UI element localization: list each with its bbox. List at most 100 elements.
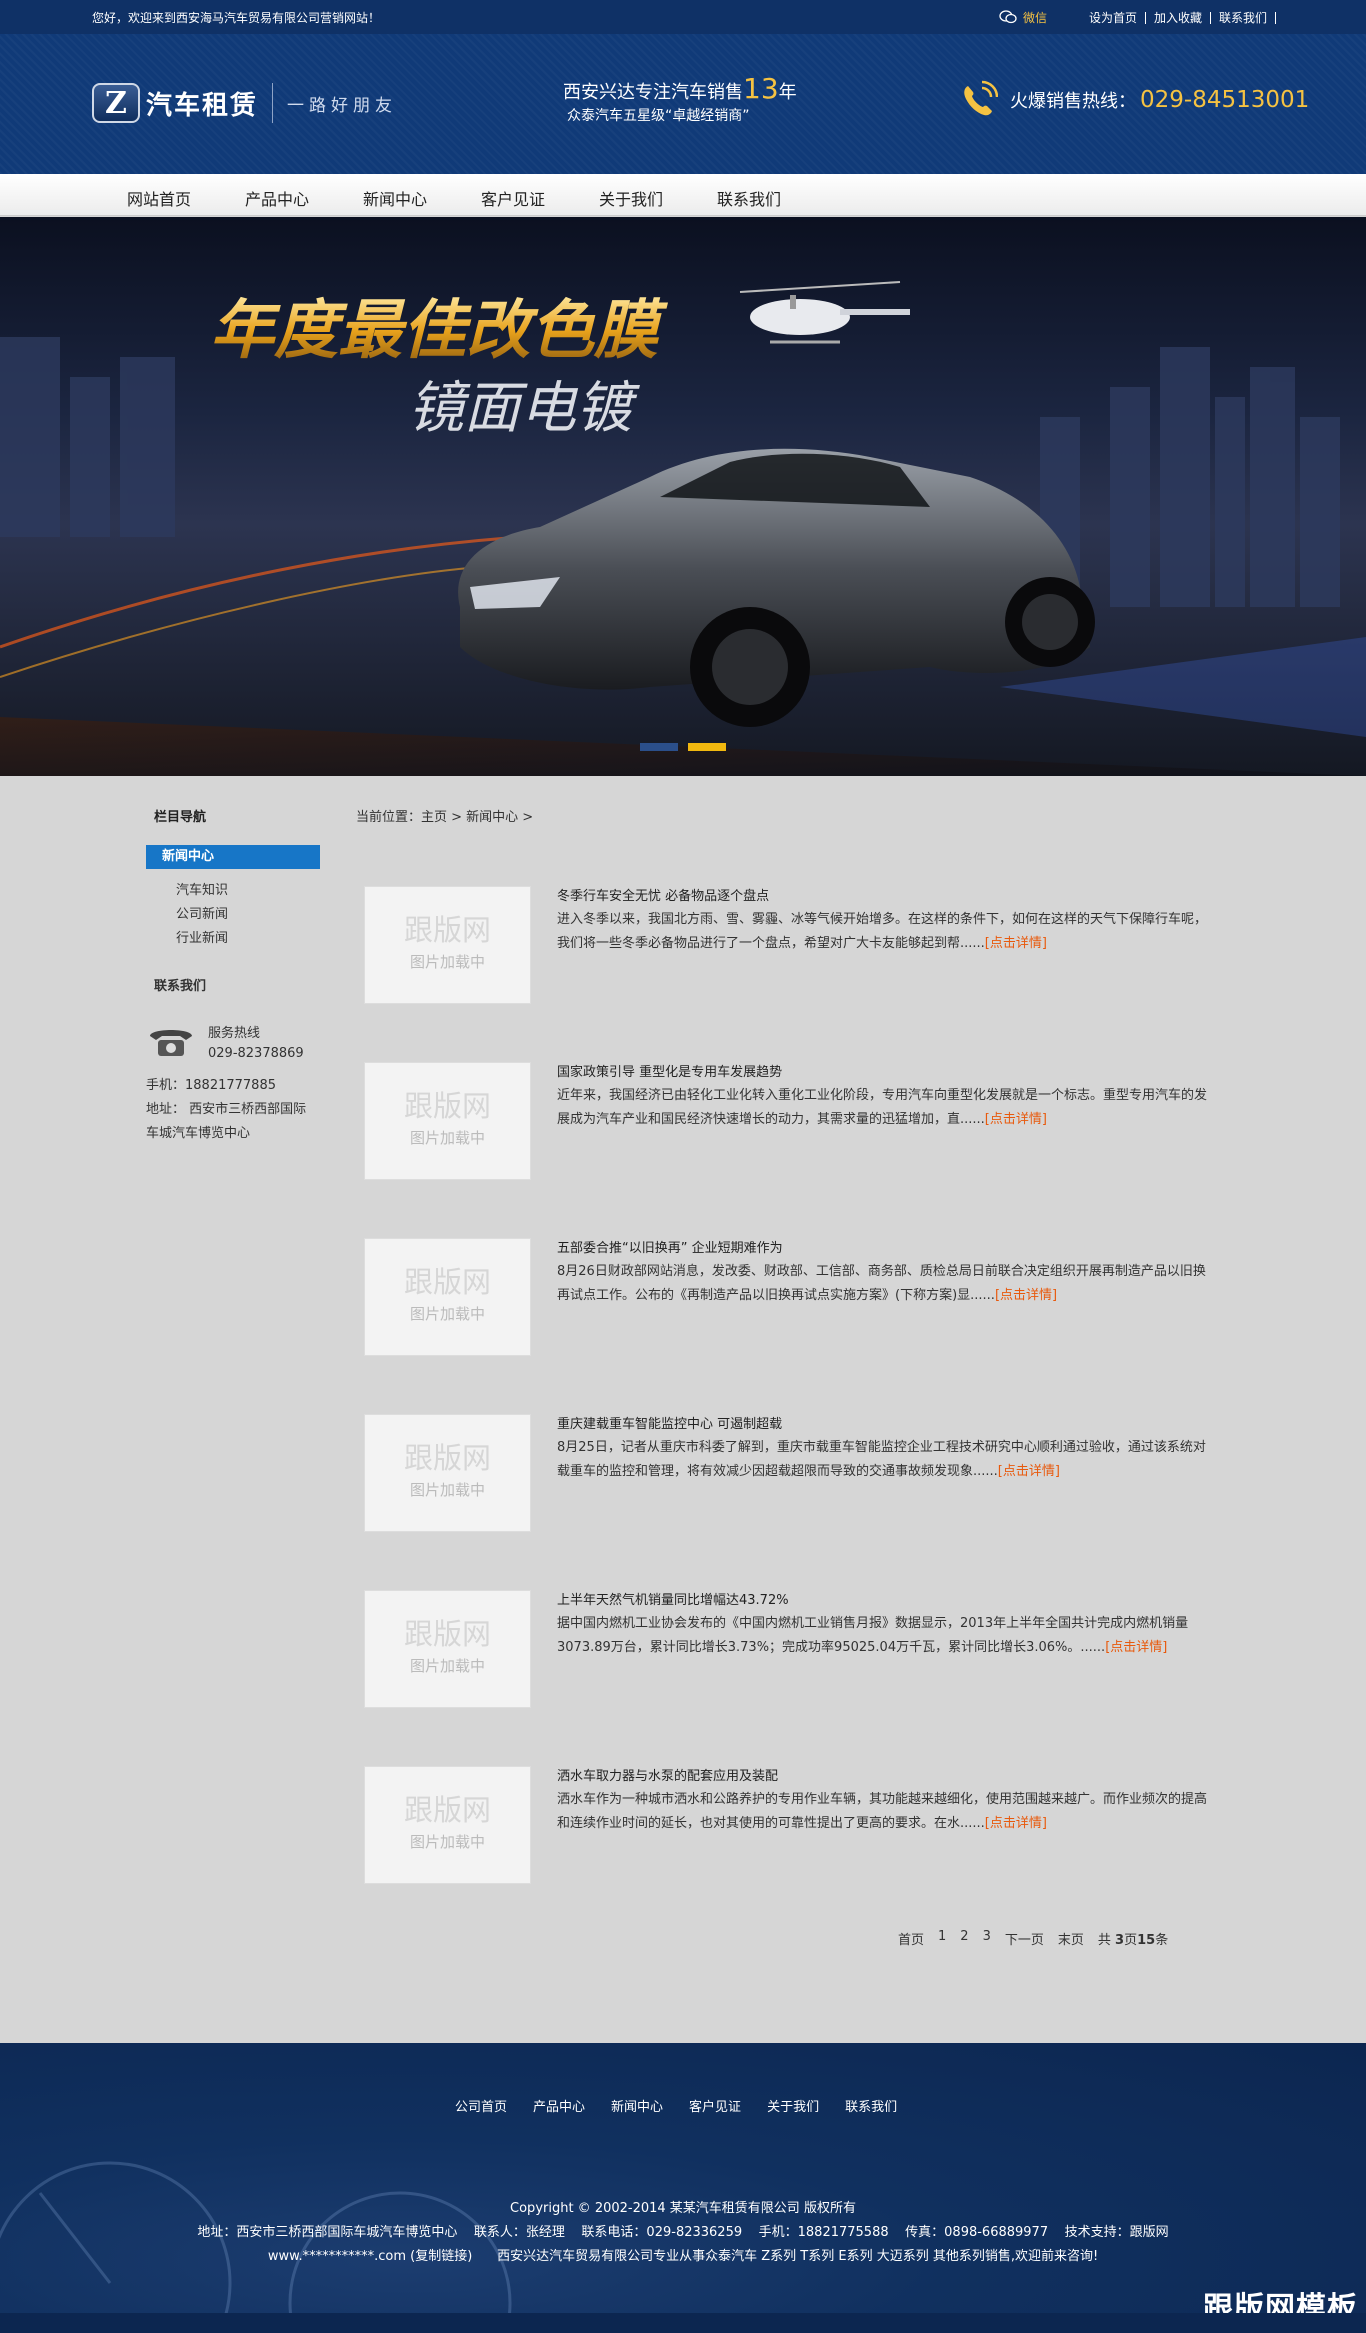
footer-nav-contact[interactable]: 联系我们 xyxy=(845,2096,897,2115)
logo-name: 汽车租赁 xyxy=(146,90,259,121)
set-homepage-link[interactable]: 设为首页 xyxy=(1081,11,1146,24)
pager-total-mid: 页 xyxy=(1124,1933,1138,1948)
top-bar: 您好，欢迎来到西安海马汽车贸易有限公司营销网站！ 微信 设为首页 加入收藏 联系… xyxy=(0,0,1366,34)
news-item: 跟版网 图片加载中 洒水车取力器与水泵的配套应用及装配 洒水车作为一种城市洒水和公路… xyxy=(364,1766,1224,1942)
pager-page-3[interactable]: 3 xyxy=(983,1929,991,1948)
footer-nav-about[interactable]: 关于我们 xyxy=(767,2096,819,2115)
news-title[interactable]: 国家政策引导 重型化是专用车发展趋势 xyxy=(557,1062,1217,1084)
main-nav: 网站首页 产品中心 新闻中心 客户见证 关于我们 联系我们 xyxy=(0,174,1366,216)
news-thumbnail[interactable]: 跟版网 图片加载中 xyxy=(364,886,531,1004)
nav-products[interactable]: 产品中心 xyxy=(218,186,336,210)
tagline-prefix: 西安兴达专注汽车销售 xyxy=(563,82,743,103)
breadcrumb: 当前位置：主页 > 新闻中心 > xyxy=(356,810,534,825)
news-item: 跟版网 图片加载中 重庆建载重车智能监控中心 可遏制超载 8月25日，记者从重庆市科… xyxy=(364,1414,1224,1590)
pager-last[interactable]: 末页 xyxy=(1058,1929,1084,1948)
news-title[interactable]: 冬季行车安全无忧 必备物品逐个盘点 xyxy=(557,886,1217,908)
news-more-link[interactable]: [点击详情] xyxy=(985,936,1047,951)
thumb-loading: 图片加载中 xyxy=(409,953,485,971)
news-desc: 8月25日，记者从重庆市科委了解到，重庆市载重车智能监控企业工程技术研究中心顺利… xyxy=(557,1440,1206,1479)
news-thumbnail[interactable]: 跟版网 图片加载中 xyxy=(364,1766,531,1884)
news-item: 跟版网 图片加载中 五部委合推“以旧换再” 企业短期难作为 8月26日财政部网站消息… xyxy=(364,1238,1224,1414)
news-item: 跟版网 图片加载中 上半年天然气机销量同比增幅达43.72% 据中国内燃机工业协会发… xyxy=(364,1590,1224,1766)
news-more-link[interactable]: [点击详情] xyxy=(995,1288,1057,1303)
sidebar-item-industry-news[interactable]: 行业新闻 xyxy=(176,927,320,951)
banner-subline: 镜面电镀 xyxy=(408,376,640,441)
news-thumbnail[interactable]: 跟版网 图片加载中 xyxy=(364,1590,531,1708)
nav-testimonials[interactable]: 客户见证 xyxy=(454,186,572,210)
hero-banner[interactable]: 年度最佳改色膜 镜面电镀 xyxy=(0,217,1366,776)
hotline-number: 029-84513001 xyxy=(1140,87,1310,113)
news-list: 跟版网 图片加载中 冬季行车安全无忧 必备物品逐个盘点 进入冬季以来，我国北方雨、雪… xyxy=(364,886,1224,1942)
news-title[interactable]: 洒水车取力器与水泵的配套应用及装配 xyxy=(557,1766,1217,1788)
news-desc: 8月26日财政部网站消息，发改委、财政部、工信部、商务部、质检总局日前联合决定组… xyxy=(557,1264,1206,1303)
nav-news[interactable]: 新闻中心 xyxy=(336,186,454,210)
add-favorite-link[interactable]: 加入收藏 xyxy=(1146,11,1211,24)
telephone-icon xyxy=(150,1030,192,1056)
news-more-link[interactable]: [点击详情] xyxy=(998,1464,1060,1479)
banner-dot-1[interactable] xyxy=(640,743,678,751)
news-title[interactable]: 五部委合推“以旧换再” 企业短期难作为 xyxy=(557,1238,1217,1260)
wechat-icon xyxy=(999,10,1017,25)
hotline-label: 火爆销售热线： xyxy=(1010,91,1136,112)
footer-nav-news[interactable]: 新闻中心 xyxy=(611,2096,663,2115)
site-logo[interactable]: Z 汽车租赁 一路好朋友 xyxy=(92,83,397,123)
nav-contact[interactable]: 联系我们 xyxy=(690,186,808,210)
service-number: 029-82378869 xyxy=(208,1046,304,1061)
news-more-link[interactable]: [点击详情] xyxy=(1105,1640,1167,1655)
sidebar-item-company-news[interactable]: 公司新闻 xyxy=(176,903,320,927)
logo-slogan: 一路好朋友 xyxy=(287,95,398,116)
pager-first[interactable]: 首页 xyxy=(898,1929,924,1948)
news-thumbnail[interactable]: 跟版网 图片加载中 xyxy=(364,1062,531,1180)
contact-mobile: 手机：18821777885 xyxy=(146,1078,276,1093)
nav-home[interactable]: 网站首页 xyxy=(100,186,218,210)
sales-hotline: 火爆销售热线： 029-84513001 xyxy=(958,80,1309,120)
phone-icon xyxy=(964,80,998,116)
pager-total-suffix: 条 xyxy=(1155,1933,1169,1948)
news-thumbnail[interactable]: 跟版网 图片加载中 xyxy=(364,1414,531,1532)
news-thumbnail[interactable]: 跟版网 图片加载中 xyxy=(364,1238,531,1356)
sidebar-item-car-knowledge[interactable]: 汽车知识 xyxy=(176,879,320,903)
contact-us-link[interactable]: 联系我们 xyxy=(1211,11,1276,24)
banner-dot-2[interactable] xyxy=(688,743,726,751)
footer-domain-line: www.***********.com (复制链接) 西安兴达汽车贸易有限公司专… xyxy=(267,2249,1099,2264)
banner-artwork: 年度最佳改色膜 镜面电镀 xyxy=(0,281,1366,776)
news-more-link[interactable]: [点击详情] xyxy=(985,1112,1047,1127)
tagline-years: 13 xyxy=(743,72,779,105)
pager-page-2[interactable]: 2 xyxy=(960,1929,968,1948)
logo-mark: Z xyxy=(92,83,140,123)
tagline-suffix: 年 xyxy=(778,82,797,103)
sidebar-subitems: 汽车知识 公司新闻 行业新闻 xyxy=(146,879,320,951)
banner-pagination xyxy=(640,743,726,751)
pager-total-items: 15 xyxy=(1137,1933,1156,1948)
news-title[interactable]: 重庆建载重车智能监控中心 可遏制超载 xyxy=(557,1414,1217,1436)
contact-info: 手机：18821777885 地址： 西安市三桥西部国际 车城汽车博览中心 xyxy=(146,1074,320,1146)
footer-nav-products[interactable]: 产品中心 xyxy=(533,2096,585,2115)
footer-nav-home[interactable]: 公司首页 xyxy=(455,2096,507,2115)
pager-total: 共 3页15条 xyxy=(1098,1929,1168,1948)
sidebar: 栏目导航 新闻中心 汽车知识 公司新闻 行业新闻 联系我们 服务热线 029-8… xyxy=(146,806,320,1146)
nav-about[interactable]: 关于我们 xyxy=(572,186,690,210)
news-desc: 进入冬季以来，我国北方雨、雪、雾霾、冰等气候开始增多。在这样的条件下，如何在这样… xyxy=(557,912,1208,951)
pagination: 首页 1 2 3 下一页 末页 共 3页15条 xyxy=(898,1929,1168,1948)
thumb-loading: 图片加载中 xyxy=(409,1657,485,1675)
news-desc: 据中国内燃机工业协会发布的《中国内燃机工业销售月报》数据显示，2013年上半年全… xyxy=(557,1616,1189,1655)
wechat-link[interactable]: 微信 xyxy=(999,9,1047,26)
sidebar-item-news[interactable]: 新闻中心 xyxy=(146,845,320,869)
thumb-loading: 图片加载中 xyxy=(409,1481,485,1499)
pager-page-1[interactable]: 1 xyxy=(938,1929,946,1948)
thumb-brand: 跟版网 xyxy=(403,1793,491,1827)
news-item: 跟版网 图片加载中 冬季行车安全无忧 必备物品逐个盘点进入冬季以来，我国北方雨、雪… xyxy=(364,886,1224,1062)
pager-next[interactable]: 下一页 xyxy=(1005,1929,1044,1948)
site-footer: 公司首页 产品中心 新闻中心 客户见证 关于我们 联系我们 Copyright … xyxy=(0,2043,1366,2326)
footer-copyright: Copyright © 2002-2014 某某汽车租赁有限公司 版权所有 xyxy=(510,2201,856,2216)
bottom-strip xyxy=(0,2313,1366,2333)
welcome-text: 您好，欢迎来到西安海马汽车贸易有限公司营销网站！ xyxy=(92,11,381,25)
logo-divider xyxy=(272,83,274,123)
footer-nav-testimonials[interactable]: 客户见证 xyxy=(689,2096,741,2115)
news-more-link[interactable]: [点击详情] xyxy=(985,1816,1047,1831)
news-title[interactable]: 上半年天然气机销量同比增幅达43.72% xyxy=(557,1590,1217,1612)
content-area: 栏目导航 新闻中心 汽车知识 公司新闻 行业新闻 联系我们 服务热线 029-8… xyxy=(0,776,1366,2043)
news-desc: 近年来，我国经济已由轻化工业化转入重化工业化阶段，专用汽车向重型化发展就是一个标… xyxy=(557,1088,1208,1127)
service-label: 服务热线 xyxy=(208,1026,261,1041)
contact-address-1: 地址： 西安市三桥西部国际 xyxy=(146,1102,307,1117)
